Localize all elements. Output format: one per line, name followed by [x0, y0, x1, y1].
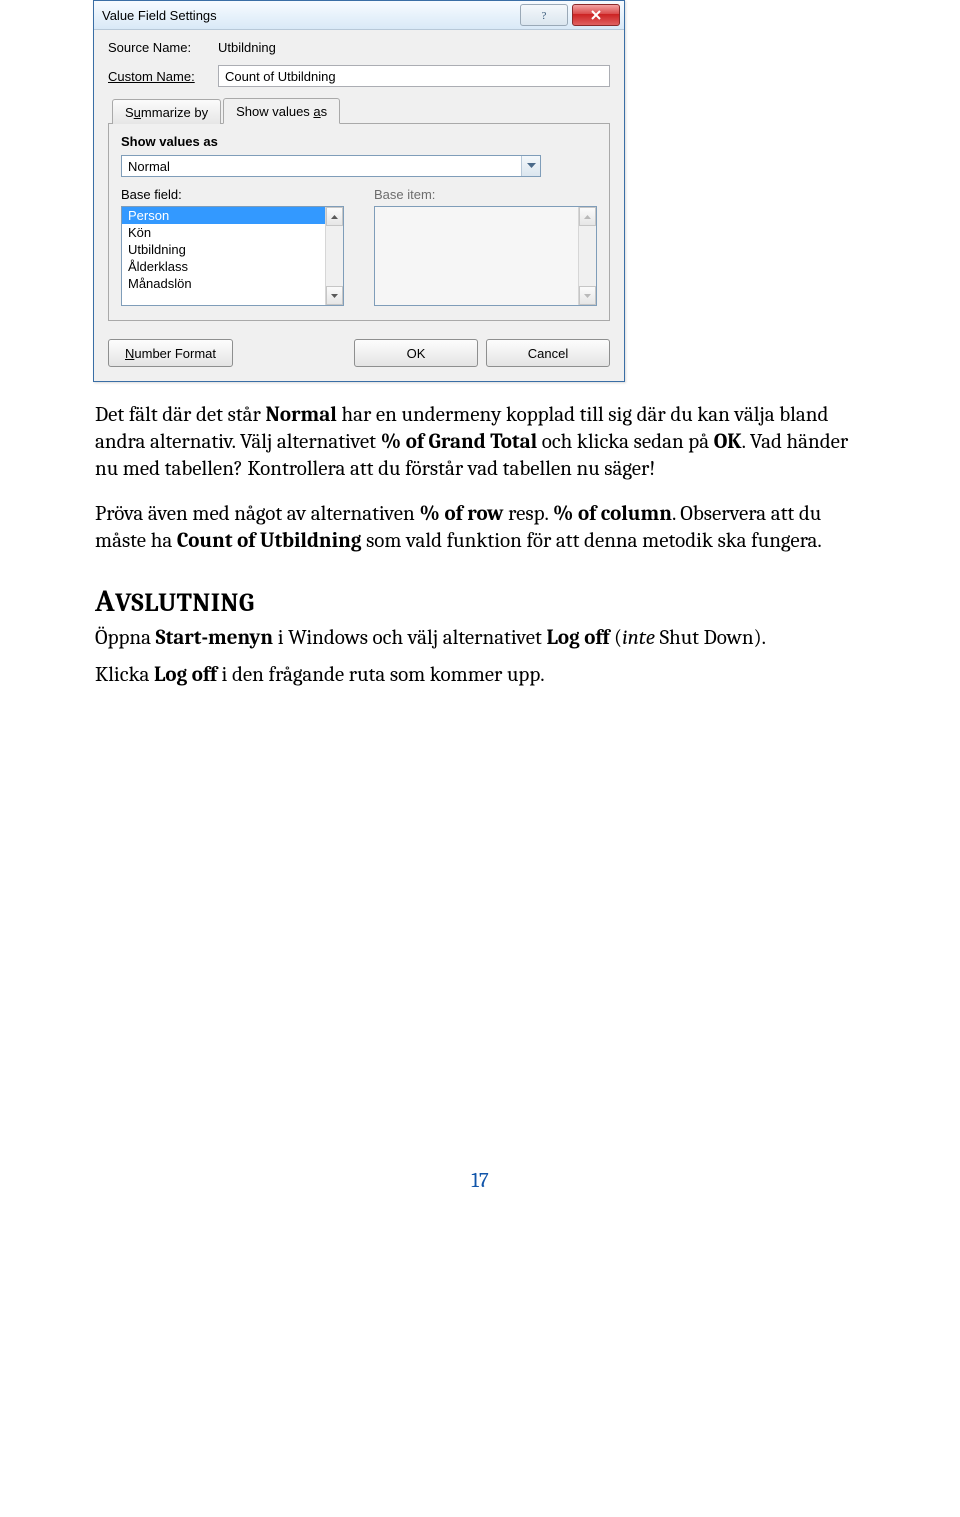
- number-format-button[interactable]: Number Format: [108, 339, 233, 367]
- show-values-as-combo[interactable]: Normal: [121, 155, 541, 177]
- list-item[interactable]: Månadslön: [122, 275, 343, 292]
- help-button[interactable]: ?: [520, 4, 568, 26]
- base-field-label: Base field:: [121, 187, 344, 202]
- paragraph: Öppna Start-menyn i Windows och välj alt…: [95, 625, 865, 652]
- dialog-screenshot: Value Field Settings ? Source Name: Utbi…: [93, 0, 865, 382]
- dialog-titlebar: Value Field Settings ?: [94, 1, 624, 30]
- ok-button[interactable]: OK: [354, 339, 478, 367]
- tabs: Summarize by Show values as: [108, 97, 610, 124]
- scroll-down-icon: [579, 286, 596, 305]
- paragraph: Klicka Log off i den frågande ruta som k…: [95, 662, 865, 689]
- scrollbar: [578, 207, 596, 305]
- scroll-up-icon: [579, 207, 596, 226]
- base-item-label: Base item:: [374, 187, 597, 202]
- list-item[interactable]: Person: [122, 207, 343, 224]
- cancel-button[interactable]: Cancel: [486, 339, 610, 367]
- combo-value: Normal: [122, 159, 521, 174]
- base-item-list: [374, 206, 597, 306]
- list-item[interactable]: Ålderklass: [122, 258, 343, 275]
- scroll-up-icon[interactable]: [326, 207, 343, 226]
- source-name-label: Source Name:: [108, 40, 218, 55]
- list-item[interactable]: Utbildning: [122, 241, 343, 258]
- close-button[interactable]: [572, 4, 620, 26]
- section-heading: AVSLUTNING: [95, 584, 865, 619]
- page-number: 17: [95, 1169, 865, 1193]
- show-values-as-label: Show values as: [121, 134, 597, 149]
- dialog-title: Value Field Settings: [102, 8, 520, 23]
- custom-name-label: Custom Name:: [108, 69, 218, 84]
- scroll-down-icon[interactable]: [326, 286, 343, 305]
- tab-panel: Show values as Normal Base field: Person: [108, 124, 610, 321]
- tab-summarize-by[interactable]: Summarize by: [112, 99, 221, 124]
- scrollbar[interactable]: [325, 207, 343, 305]
- tab-show-values-as[interactable]: Show values as: [223, 98, 340, 124]
- source-name-value: Utbildning: [218, 40, 276, 55]
- paragraph: Det fält där det står Normal har en unde…: [95, 402, 865, 483]
- base-field-list[interactable]: Person Kön Utbildning Ålderklass Månadsl…: [121, 206, 344, 306]
- paragraph: Pröva även med något av alternativen % o…: [95, 501, 865, 555]
- svg-text:?: ?: [542, 10, 547, 22]
- custom-name-input[interactable]: [218, 65, 610, 87]
- chevron-down-icon[interactable]: [521, 156, 540, 176]
- list-item[interactable]: Kön: [122, 224, 343, 241]
